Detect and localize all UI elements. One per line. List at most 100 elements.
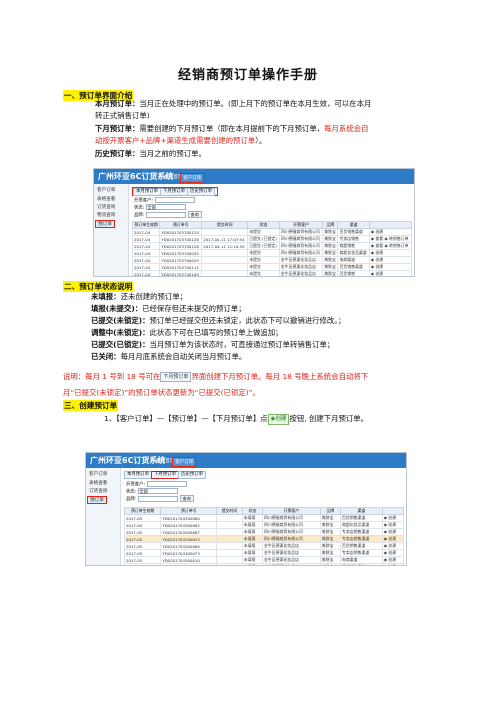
sidebar-item-logistics[interactable]: 物流查询: [97, 212, 115, 218]
table-cell: 四川德福商贸有限公司: [278, 235, 324, 243]
table-cell: 四川德福商贸有限公司: [278, 242, 324, 250]
table-cell: YD0201704300080: [160, 514, 218, 522]
paragraph-history: 历史预订单：当月之前的预订单。: [95, 149, 206, 158]
row-action[interactable]: ◉ 创建: [381, 549, 405, 557]
sidebar-item-table[interactable]: 表格查看: [97, 196, 115, 202]
table-cell: 美肤宝: [319, 563, 342, 565]
col-brand-2: 品牌: [319, 507, 342, 515]
customer-input-2[interactable]: [147, 481, 188, 487]
table-row: 2017-05 YD0201704300082 未填报 四川德福商贸有限公司 美肤宝 商超…: [123, 521, 405, 529]
row-action[interactable]: ◉ 查看 ◉ 转销售订单: [368, 242, 413, 250]
table-row: 2017-05 YD0201704300053 未填报 四川德福商贸有限公司 美肤宝 专卖…: [123, 535, 405, 543]
table-cell: [216, 563, 243, 565]
table-header: 预订单生效期 预订单号 提交时间 状态 开票客户 品牌 渠道: [131, 221, 413, 229]
table-row: 2017-05YD0201704300070 未填报金牛区德惠化妆品店美肤宝百货销…: [123, 563, 405, 565]
brand-select-2[interactable]: [138, 495, 179, 502]
table-row: 2017-05 YD0201704300073 未填报 金牛区德惠化妆品店 美肤宝 专卖店…: [123, 549, 405, 557]
table-cell: 2017-04: [131, 242, 161, 250]
row-action[interactable]: ◉ 创建: [381, 556, 405, 564]
row-action[interactable]: ◉ 创建: [368, 263, 413, 271]
table-cell: YD0201703700111: [159, 263, 203, 271]
table-cell: 2017-04: [131, 235, 161, 243]
table-cell: 未提交: [247, 256, 280, 264]
sidebar-item-table-2[interactable]: 表格查看: [89, 480, 107, 486]
table-cell: 2017-05: [123, 521, 162, 529]
table-cell: 美肤宝: [319, 521, 342, 529]
table-cell: YD0201704300087: [160, 528, 218, 536]
table-cell: 美肤宝: [322, 270, 339, 276]
tab-current-month[interactable]: 本月预订单: [133, 188, 161, 196]
table-cell: 美肤宝: [322, 242, 339, 250]
nav-customer-orders-2[interactable]: 客户订单: [172, 457, 197, 467]
app-header-2: 广州环亚6C订货系统 系统首页 客户订单: [86, 453, 406, 468]
tab-current-month-2[interactable]: 本月预订单: [124, 471, 152, 479]
customer-input[interactable]: [155, 197, 196, 203]
row-action[interactable]: ◉ 创建: [368, 228, 413, 236]
row-action[interactable]: ◉ 查看 ◉ 转销售订单: [368, 235, 413, 243]
status-item-submitted-locked: 已提交(已锁定)：当月预订单为该状态时，可直接通过预订单转销售订单；: [91, 340, 335, 349]
table-cell: 未填报: [241, 556, 264, 564]
table-cell: 未填报: [241, 549, 264, 557]
tab-history-2[interactable]: 历史预订单: [178, 471, 206, 479]
table-cell: 商超化妆品渠道: [337, 249, 370, 257]
status-select-2[interactable]: 全部: [138, 488, 179, 495]
sidebar-item-preorder-2[interactable]: 预订单: [87, 496, 107, 504]
status-select[interactable]: 全部: [146, 204, 187, 211]
table-cell: YD0201703700125: [159, 228, 203, 236]
row-action[interactable]: ◉ 创建: [381, 535, 405, 543]
query-button[interactable]: 查询: [187, 211, 202, 218]
table-cell: YD0201704300010: [160, 556, 218, 564]
row-action[interactable]: ◉ 创建: [368, 270, 413, 276]
filter-status: 状态: 全部: [134, 204, 187, 211]
table-row: 2017-04 YD0201703700109 未提交 金牛区德惠化妆品店 美肤宝 百货销…: [131, 270, 413, 276]
row-action[interactable]: ◉ 创建: [381, 521, 405, 529]
table-cell: [216, 549, 243, 557]
table-row: 2017-04 YD0201703700128 2017-04-11 11:10:5…: [131, 242, 413, 250]
table-cell: YD0201703700109: [159, 270, 203, 276]
status-item-unfilled: 未填报：还未创建的预订单；: [91, 292, 188, 301]
table-cell: 金牛区德惠化妆品店: [278, 263, 324, 271]
sidebar-item-orders[interactable]: 客户订单: [97, 187, 115, 193]
table-cell: 已提交 (已锁定): [247, 242, 280, 250]
col-action-2: [381, 507, 405, 515]
row-action[interactable]: ◉ 创建: [368, 249, 413, 257]
table-cell: [216, 521, 243, 529]
status-item-closed: 已关闭：每月月底系统会自动关闭当月预订单。: [91, 352, 247, 361]
filter-status-2: 状态: 全部: [126, 488, 179, 495]
table-row: 2017-04 YD0201703700125 未提交 四川德福商贸有限公司 美肤宝 百货…: [131, 228, 413, 236]
paragraph-next-month-cont: 动按开票客户+品牌+渠道生成需要创建的预订单）。: [95, 136, 267, 145]
document-title: 经销商预订单操作手册: [177, 68, 318, 83]
sidebar-item-query-2[interactable]: 订货查询: [89, 488, 107, 494]
table-row: 2017-05 YD0201704300080 未填报 四川德福商贸有限公司 美肤宝 百货…: [123, 514, 405, 522]
row-action[interactable]: ◉ 创建: [381, 528, 405, 536]
col-period: 预订单生效期: [131, 221, 161, 229]
table-cell: YD0201703700126: [159, 235, 203, 243]
table-cell: YD0201704300053: [160, 535, 218, 543]
query-button-2[interactable]: 查询: [179, 495, 194, 502]
row-action[interactable]: ◉ 创建: [381, 542, 405, 550]
row-action[interactable]: ◉ 创建: [381, 563, 405, 565]
sidebar-item-query[interactable]: 订货查询: [97, 204, 115, 210]
sidebar-item-orders-2[interactable]: 客户订单: [89, 471, 107, 477]
row-action[interactable]: ◉ 创建: [368, 256, 413, 264]
sidebar: 客户订单 表格查看 订货查询 物流查询 预订单: [94, 184, 129, 276]
table-cell: 2017-05: [123, 535, 162, 543]
tab-next-month-2[interactable]: 下月预订单: [151, 471, 179, 479]
nav-customer-orders[interactable]: 客户订单: [180, 173, 205, 183]
tab-history[interactable]: 历史预订单: [187, 188, 215, 196]
table-header-2: 预订单生效期 预订单号 提交时间 状态 开票客户 品牌 渠道: [123, 507, 405, 515]
table-cell: 专卖店销售渠道: [340, 549, 383, 557]
paragraph-current-month-cont: 转正式销售订单): [95, 111, 150, 120]
table-cell: [201, 256, 249, 264]
table-cell: 2017-04: [131, 228, 161, 236]
col-submit-time: 提交时间: [201, 221, 249, 229]
table-cell: 美肤宝: [319, 542, 342, 550]
note-line-2: 月“已提交(未锁定)”的预订单状态更新为“已提交(已锁定)”。: [63, 388, 260, 397]
row-action[interactable]: ◉ 创建: [381, 514, 405, 522]
paragraph-current-month: 本月预订单：当月正在处理中的预订单。(即上月下的预订单在本月生效，可以在本月: [95, 99, 372, 108]
table-row: 2017-05 YD0201704300010 未填报 金牛区德惠化妆品店 美肤宝 电商渠…: [123, 556, 405, 564]
status-item-adjusting: 调整中(未锁定)：此状态下可在已填写的预订单上做追加；: [91, 328, 283, 337]
sidebar-item-preorder[interactable]: 预订单: [95, 220, 115, 228]
brand-select[interactable]: [146, 211, 187, 218]
tab-next-month[interactable]: 下月预订单: [160, 188, 188, 196]
